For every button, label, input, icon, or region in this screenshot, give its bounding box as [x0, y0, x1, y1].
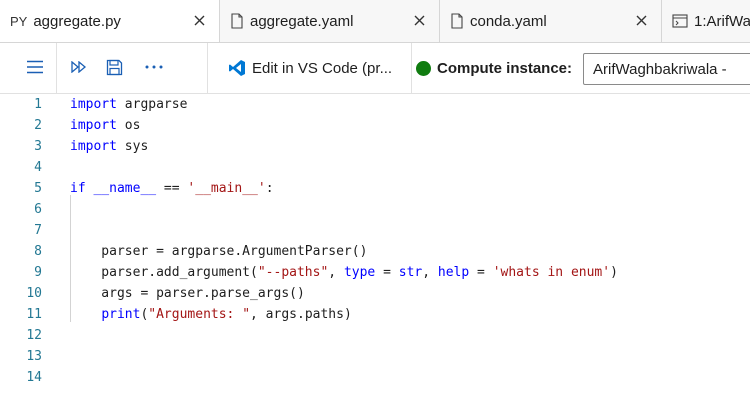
code-token: 'whats in enum': [492, 265, 611, 280]
code-token: import: [70, 118, 117, 133]
line-number: 12: [26, 328, 42, 343]
tab-aggregate-yaml[interactable]: aggregate.yaml: [220, 0, 440, 42]
code-token: ==: [156, 181, 188, 196]
code-token: args = parser.parse_args(): [70, 286, 305, 301]
compute-instance-label: Compute instance:: [437, 59, 573, 77]
line-number: 10: [26, 286, 42, 301]
code-token: if: [70, 181, 86, 196]
code-token: ): [610, 265, 618, 280]
code-line[interactable]: 11 print("Arguments: ", args.paths): [0, 304, 750, 325]
code-token: ,: [328, 265, 344, 280]
tab-label: aggregate.py: [33, 12, 121, 30]
line-code: parser.add_argument("--paths", type = st…: [70, 265, 618, 280]
toolbar-divider: [411, 43, 412, 93]
code-line[interactable]: 13: [0, 346, 750, 367]
code-line[interactable]: 5 if __name__ == '__main__':: [0, 178, 750, 199]
compute-instance-select[interactable]: ArifWaghbakriwala -: [583, 53, 750, 85]
code-token: '__main__': [187, 181, 266, 196]
code-line[interactable]: 9 parser.add_argument("--paths", type = …: [0, 262, 750, 283]
tab-aggregate-py[interactable]: PY aggregate.py: [0, 0, 220, 42]
code-token: :: [265, 181, 274, 196]
line-number: 2: [34, 118, 42, 133]
line-number: 7: [34, 223, 42, 238]
code-line[interactable]: 2 import os: [0, 115, 750, 136]
line-number: 14: [26, 370, 42, 385]
code-token: , args.paths): [250, 307, 352, 322]
line-number: 9: [34, 265, 42, 280]
code-line[interactable]: 8 parser = argparse.ArgumentParser(): [0, 241, 750, 262]
menu-icon[interactable]: [24, 56, 46, 78]
tab-label: aggregate.yaml: [250, 12, 354, 30]
toolbar-divider: [207, 43, 208, 93]
line-number: 5: [34, 181, 42, 196]
code-line[interactable]: 1 import argparse: [0, 94, 750, 115]
code-line[interactable]: 10 args = parser.parse_args(): [0, 283, 750, 304]
code-token: parser.add_argument(: [70, 265, 258, 280]
status-dot-icon: [416, 60, 431, 76]
tab-bar: PY aggregate.py aggregate.yaml conda.yam…: [0, 0, 750, 43]
edit-in-vscode-label: Edit in VS Code (pr...: [252, 59, 393, 77]
line-code: import argparse: [70, 97, 187, 112]
save-icon[interactable]: [103, 56, 125, 78]
code-line[interactable]: 4: [0, 157, 750, 178]
line-number: 8: [34, 244, 42, 259]
line-number: 4: [34, 160, 42, 175]
code-token: help: [437, 265, 470, 280]
file-icon: [450, 13, 464, 29]
line-number: 11: [26, 307, 42, 322]
code-token: type: [343, 265, 376, 280]
code-token: =: [469, 265, 493, 280]
run-all-icon[interactable]: [68, 56, 90, 78]
line-number: 13: [26, 349, 42, 364]
line-number: 1: [34, 97, 42, 112]
code-line[interactable]: 6: [0, 199, 750, 220]
line-code: if __name__ == '__main__':: [70, 181, 274, 196]
code-token: "Arguments: ": [148, 307, 251, 322]
line-code: args = parser.parse_args(): [70, 286, 305, 301]
code-token: import: [70, 97, 117, 112]
code-token: sys: [116, 139, 149, 154]
code-token: parser = argparse.ArgumentParser(): [70, 244, 368, 259]
line-number: 3: [34, 139, 42, 154]
close-icon[interactable]: [411, 12, 427, 28]
python-file-icon: PY: [10, 13, 28, 29]
line-code: import os: [70, 118, 140, 133]
tab-label: conda.yaml: [470, 12, 547, 30]
line-number: 6: [34, 202, 42, 217]
code-token: "--paths": [257, 265, 329, 280]
close-icon[interactable]: [191, 12, 207, 28]
code-token: str: [398, 265, 423, 280]
toolbar-divider: [56, 43, 57, 93]
vscode-icon: [229, 60, 245, 76]
file-icon: [230, 13, 244, 29]
line-code: print("Arguments: ", args.paths): [70, 307, 352, 322]
code-line[interactable]: 7: [0, 220, 750, 241]
code-token: ,: [422, 265, 438, 280]
code-line[interactable]: 3 import sys: [0, 136, 750, 157]
compute-instance-value: ArifWaghbakriwala -: [593, 60, 727, 78]
tab-conda-yaml[interactable]: conda.yaml: [440, 0, 662, 42]
code-line[interactable]: 12: [0, 325, 750, 346]
line-code: parser = argparse.ArgumentParser(): [70, 244, 367, 259]
more-icon[interactable]: [143, 56, 165, 78]
compute-instance-status: Compute instance:: [416, 56, 572, 80]
code-token: os: [116, 118, 141, 133]
code-token: import: [70, 139, 117, 154]
code-token: __name__: [93, 181, 157, 196]
code-token: argparse: [116, 97, 188, 112]
tab-label: 1:ArifWa: [694, 12, 750, 30]
close-icon[interactable]: [633, 12, 649, 28]
code-line[interactable]: 14: [0, 367, 750, 388]
code-token: print: [101, 307, 141, 322]
code-editor[interactable]: 1 import argparse 2 import os 3 import sys 4 5 i…: [0, 94, 750, 407]
tab-terminal[interactable]: 1:ArifWa: [662, 0, 750, 42]
code-token: =: [375, 265, 399, 280]
terminal-icon: [672, 14, 688, 28]
edit-in-vscode-button[interactable]: Edit in VS Code (pr...: [228, 56, 392, 80]
line-code: import sys: [70, 139, 148, 154]
